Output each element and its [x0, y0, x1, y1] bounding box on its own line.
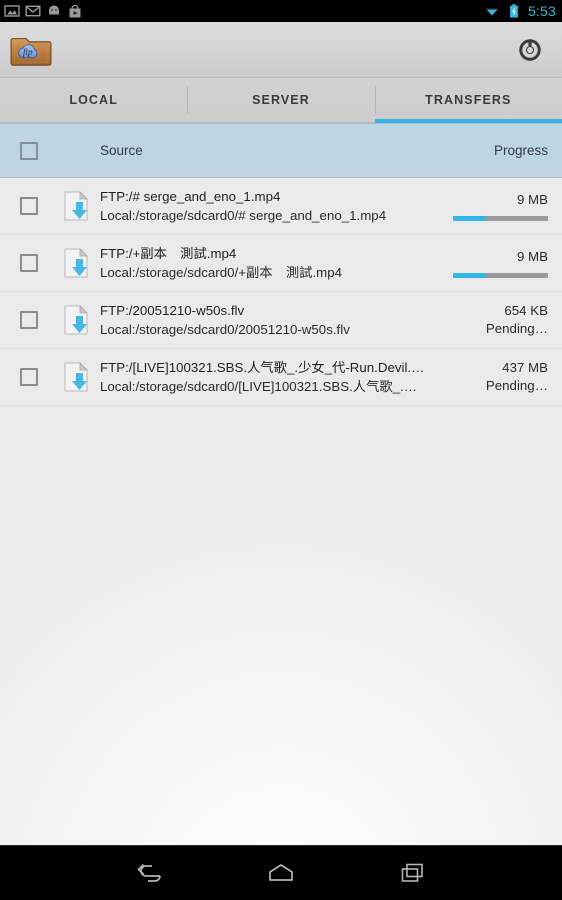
ftp-logo-text: ftp: [23, 47, 33, 57]
progress-cell: 9 MB: [434, 191, 562, 221]
tab-server-label: SERVER: [252, 93, 310, 107]
file-size: 9 MB: [516, 192, 548, 207]
tab-transfers[interactable]: TRANSFERS: [374, 78, 562, 123]
progress-bar-fill: [453, 273, 487, 278]
photo-icon: [4, 5, 20, 17]
remote-path: FTP:/[LIVE]100321.SBS.人气歌_.少女_代-Run.Devi…: [100, 360, 426, 375]
progress-cell: 654 KB Pending…: [434, 302, 562, 338]
local-path: Local:/storage/sdcard0/+副本 測試.mp4: [100, 265, 343, 280]
checkbox-box: [20, 197, 38, 215]
gmail-icon: [25, 5, 41, 17]
action-bar: ftp: [0, 22, 562, 78]
local-path: Local:/storage/sdcard0/[LIVE]100321.SBS.…: [100, 379, 426, 394]
select-all-checkbox[interactable]: [0, 141, 58, 160]
checkbox-box: [20, 311, 38, 329]
transfers-list: Source Progress FTP:/# serge_and_eno_1.m…: [0, 123, 562, 406]
table-row[interactable]: FTP:/+副本 測試.mp4 Local:/storage/sdcard0/+…: [0, 235, 562, 292]
table-row[interactable]: FTP:/# serge_and_eno_1.mp4 Local:/storag…: [0, 178, 562, 235]
local-path: Local:/storage/sdcard0/# serge_and_eno_1…: [100, 208, 387, 223]
android-navigation-bar: [0, 845, 562, 900]
progress-bar: [453, 216, 548, 221]
source-cell: FTP:/# serge_and_eno_1.mp4 Local:/storag…: [94, 187, 434, 225]
file-download-icon: [58, 305, 94, 335]
source-cell: FTP:/+副本 測試.mp4 Local:/storage/sdcard0/+…: [94, 244, 434, 282]
file-size: 654 KB: [504, 303, 548, 318]
transfer-status: Pending…: [485, 321, 548, 336]
tab-transfers-label: TRANSFERS: [425, 93, 512, 107]
android-icon: [49, 5, 59, 15]
transfers-panel: Source Progress FTP:/# serge_and_eno_1.m…: [0, 123, 562, 845]
row-checkbox[interactable]: [0, 311, 58, 329]
tab-server[interactable]: SERVER: [187, 78, 374, 122]
row-checkbox[interactable]: [0, 368, 58, 386]
status-bar: 5:53: [0, 0, 562, 22]
header-source-label: Source: [100, 142, 143, 158]
source-cell: FTP:/20051210-w50s.flv Local:/storage/sd…: [94, 301, 434, 339]
progress-bar: [453, 273, 548, 278]
local-path: Local:/storage/sdcard0/20051210-w50s.flv: [100, 322, 350, 337]
progress-cell: 437 MB Pending…: [434, 359, 562, 395]
tab-local[interactable]: LOCAL: [0, 78, 187, 122]
transfers-header-row: Source Progress: [0, 123, 562, 178]
tab-local-label: LOCAL: [69, 93, 118, 107]
ftp-folder-icon[interactable]: ftp: [10, 31, 52, 69]
file-download-icon: [58, 248, 94, 278]
status-notification-icons: [4, 3, 83, 19]
header-progress-column: Progress: [434, 142, 562, 160]
file-size: 437 MB: [502, 360, 548, 375]
settings-power-icon[interactable]: [510, 30, 550, 70]
home-icon[interactable]: [258, 853, 304, 893]
row-checkbox[interactable]: [0, 254, 58, 272]
checkbox-box: [20, 141, 38, 160]
remote-path: FTP:/20051210-w50s.flv: [100, 303, 245, 318]
remote-path: FTP:/+副本 測試.mp4: [100, 246, 237, 261]
file-download-icon: [58, 191, 94, 221]
status-system-icons: 5:53: [484, 3, 556, 19]
remote-path: FTP:/# serge_and_eno_1.mp4: [100, 189, 281, 204]
table-row[interactable]: FTP:/20051210-w50s.flv Local:/storage/sd…: [0, 292, 562, 349]
transfer-status: Pending…: [485, 378, 548, 393]
header-source-column: Source: [94, 142, 434, 160]
tab-bar: LOCAL SERVER TRANSFERS: [0, 78, 562, 123]
progress-bar-fill: [453, 216, 487, 221]
status-clock: 5:53: [527, 3, 556, 19]
source-cell: FTP:/[LIVE]100321.SBS.人气歌_.少女_代-Run.Devi…: [94, 358, 434, 396]
play-store-icon: [69, 4, 81, 18]
recents-icon[interactable]: [390, 853, 436, 893]
row-checkbox[interactable]: [0, 197, 58, 215]
checkbox-box: [20, 368, 38, 386]
header-progress-label: Progress: [493, 142, 548, 158]
back-icon[interactable]: [126, 853, 172, 893]
table-row[interactable]: FTP:/[LIVE]100321.SBS.人气歌_.少女_代-Run.Devi…: [0, 349, 562, 406]
progress-cell: 9 MB: [434, 248, 562, 278]
android-screen: 5:53 ftp LOCAL SERVER TRANSFERS Source P…: [0, 0, 562, 900]
battery-charging-icon: [510, 4, 518, 18]
wifi-icon: [484, 8, 500, 17]
checkbox-box: [20, 254, 38, 272]
file-size: 9 MB: [516, 249, 548, 264]
file-download-icon: [58, 362, 94, 392]
